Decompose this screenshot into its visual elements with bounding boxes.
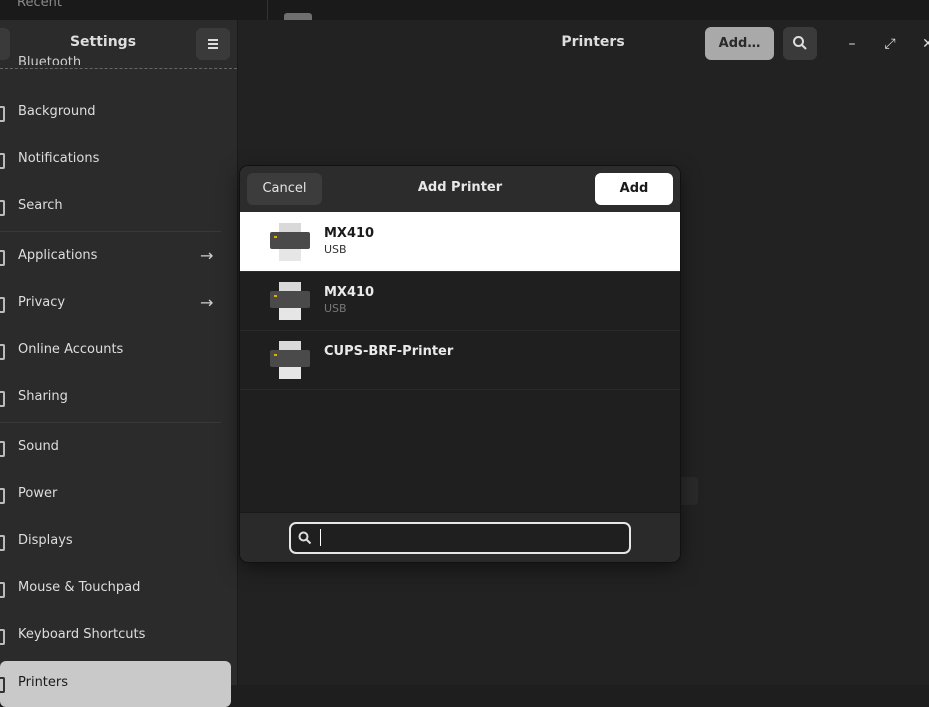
arrow-right-icon: → — [200, 246, 214, 265]
close-button[interactable]: ✕ — [918, 34, 929, 54]
sidebar-item-label: Sound — [18, 439, 59, 454]
sidebar-item-displays[interactable]: Displays — [0, 519, 221, 565]
sidebar-item-privacy[interactable]: Privacy → — [0, 281, 221, 327]
menu-button[interactable] — [196, 28, 230, 60]
privacy-icon — [0, 297, 5, 313]
keyboard-icon — [0, 629, 5, 645]
background-file-manager: Recent — [0, 0, 929, 23]
sidebar-item-label: Sharing — [18, 389, 68, 404]
printer-icon — [270, 282, 310, 320]
background-panel-edge — [678, 477, 698, 505]
sidebar-item-label: Background — [18, 104, 96, 119]
sidebar-item-notifications[interactable]: Notifications — [0, 137, 221, 183]
printer-row[interactable]: CUPS-BRF-Printer — [240, 330, 680, 390]
mouse-icon — [0, 582, 5, 598]
sidebar-item-mouse-touchpad[interactable]: Mouse & Touchpad — [0, 566, 221, 612]
power-icon — [0, 488, 5, 504]
sidebar-item-printers[interactable]: Printers — [0, 661, 231, 707]
search-input[interactable] — [317, 527, 621, 551]
sidebar-item-keyboard-shortcuts[interactable]: Keyboard Shortcuts — [0, 613, 221, 659]
sidebar-item-sound[interactable]: Sound — [0, 425, 221, 471]
printer-list: MX410 USB MX410 USB CUPS-BRF-Printer — [240, 212, 680, 512]
sidebar-item-online-accounts[interactable]: Online Accounts — [0, 328, 221, 374]
search-button[interactable] — [783, 27, 817, 60]
printer-icon — [270, 341, 310, 379]
printer-row[interactable]: MX410 USB — [240, 212, 680, 272]
printer-icon — [270, 223, 310, 261]
search-icon — [298, 531, 312, 545]
printer-name: MX410 — [324, 226, 375, 241]
sidebar-item-label: Applications — [18, 248, 98, 263]
printer-icon — [0, 677, 5, 693]
sound-icon — [0, 441, 5, 457]
dialog-header: Cancel Add Printer Add — [240, 166, 680, 213]
displays-icon — [0, 535, 5, 551]
sharing-icon — [0, 391, 5, 407]
sidebar-item-label: Displays — [18, 533, 73, 548]
divider — [0, 68, 237, 69]
divider — [267, 0, 268, 20]
search-icon — [0, 200, 5, 216]
sidebar-item-power[interactable]: Power — [0, 472, 221, 518]
maximize-button[interactable]: ⤢ — [880, 34, 900, 54]
sidebar-title: Settings — [69, 34, 137, 50]
sidebar-item-label: Notifications — [18, 151, 100, 166]
applications-icon — [0, 250, 5, 266]
search-field[interactable] — [289, 522, 631, 554]
add-printer-button[interactable]: Add… — [705, 27, 774, 60]
sidebar-item-label: Keyboard Shortcuts — [18, 627, 146, 642]
sidebar-item-applications[interactable]: Applications → — [0, 234, 221, 280]
printer-name: CUPS-BRF-Printer — [324, 344, 454, 359]
sidebar-item-bluetooth[interactable]: Bluetooth — [18, 55, 81, 65]
sidebar-item-background[interactable]: Background — [0, 90, 221, 136]
online-accounts-icon — [0, 344, 5, 360]
search-icon — [793, 36, 807, 50]
divider — [0, 422, 221, 423]
printer-connection: USB — [324, 243, 347, 256]
printer-row[interactable]: MX410 USB — [240, 271, 680, 331]
recent-label: Recent — [17, 0, 62, 10]
arrow-right-icon: → — [200, 293, 214, 312]
notifications-icon — [0, 153, 5, 169]
sidebar-item-label: Power — [18, 486, 58, 501]
sidebar-item-label: Privacy — [18, 295, 66, 310]
sidebar-item-label: Mouse & Touchpad — [18, 580, 141, 595]
background-icon — [0, 106, 5, 122]
minimize-button[interactable]: – — [842, 34, 862, 54]
sidebar-item-label: Search — [18, 198, 63, 213]
sidebar-item-label: Printers — [18, 675, 69, 690]
dialog-footer — [240, 512, 680, 562]
sidebar: Settings Bluetooth Background Notificati… — [0, 20, 238, 707]
add-printer-dialog: Cancel Add Printer Add MX410 USB MX410 U… — [240, 166, 680, 562]
divider — [0, 231, 221, 232]
printer-connection: USB — [324, 302, 347, 315]
sidebar-item-label: Online Accounts — [18, 342, 124, 357]
page-title: Printers — [561, 34, 625, 50]
sidebar-item-sharing[interactable]: Sharing — [0, 375, 221, 421]
text-cursor — [320, 529, 321, 546]
add-button[interactable]: Add — [595, 173, 673, 205]
printer-name: MX410 — [324, 285, 375, 300]
sidebar-item-search[interactable]: Search — [0, 184, 221, 230]
